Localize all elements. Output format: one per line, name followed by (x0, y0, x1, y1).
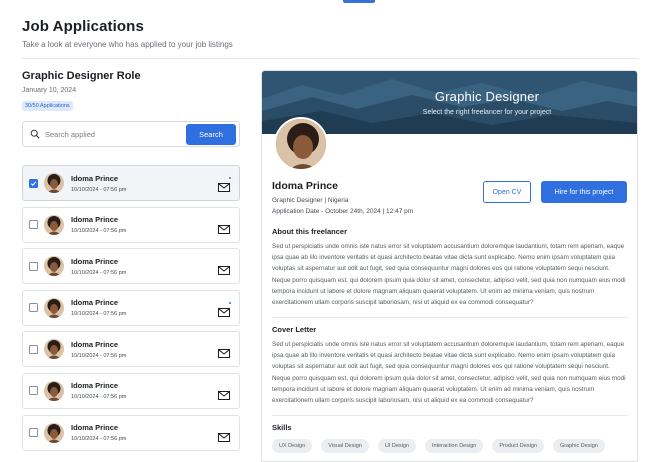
skill-chip: Product Design (492, 439, 544, 453)
applicant-card[interactable]: Idoma Prince 10/10/2024 - 07:56 pm (22, 289, 240, 326)
banner-subtitle: Select the right freelancer for your pro… (422, 109, 552, 116)
applicant-name: Idoma Prince (71, 381, 119, 391)
applicant-name: Idoma Prince (71, 339, 119, 349)
search-input[interactable] (45, 129, 185, 139)
role-title: Graphic Designer Role (22, 70, 141, 82)
mail-icon[interactable] (218, 387, 230, 400)
applicant-name: Idoma Prince (71, 173, 119, 183)
avatar (44, 380, 64, 401)
page-header: Job Applications Take a look at everyone… (22, 18, 638, 49)
skill-chip: Visual Design (321, 439, 369, 453)
cover-letter-heading: Cover Letter (272, 325, 317, 334)
applicant-date: 10/10/2024 - 07:56 pm (71, 228, 127, 235)
cover-letter-text: Sed ut perspiciatis unde omnis iste natu… (272, 341, 626, 405)
search-icon (25, 129, 45, 139)
applicant-list: Idoma Prince 10/10/2024 - 07:56 pm Idoma… (22, 165, 240, 456)
banner-title: Graphic Designer (434, 89, 540, 104)
about-text: Sed ut perspiciatis unde omnis iste natu… (272, 243, 626, 307)
select-checkbox[interactable] (29, 428, 38, 438)
mail-icon[interactable] (218, 179, 230, 192)
applicant-info: Idoma Prince 10/10/2024 - 07:56 pm (71, 340, 126, 359)
profile-name: Idoma Prince (272, 180, 338, 192)
hire-button[interactable]: Hire for this project (541, 181, 627, 203)
avatar (44, 214, 64, 235)
unread-indicator (228, 176, 232, 180)
mail-icon[interactable] (218, 221, 230, 234)
applicant-info: Idoma Prince 10/10/2024 - 07:56 pm (71, 257, 126, 276)
skills-heading: Skills (272, 423, 292, 432)
page-subtitle: Take a look at everyone who has applied … (22, 40, 233, 49)
applicant-detail-panel: Graphic Designer Select the right freela… (261, 70, 638, 462)
applicant-name: Idoma Prince (71, 298, 119, 308)
applicant-info: Idoma Prince 10/10/2024 - 07:56 pm (71, 423, 126, 442)
applicant-date: 10/10/2024 - 07:56 pm (71, 436, 127, 443)
profile-role-location: Graphic Designer | Nigeria (272, 197, 349, 204)
applicant-date: 10/10/2024 - 07:56 pm (71, 186, 127, 193)
skill-chip: Interaction Design (424, 439, 484, 453)
applicant-date: 10/10/2024 - 07:56 pm (71, 394, 127, 401)
avatar (44, 422, 64, 443)
applicant-info: Idoma Prince 10/10/2024 - 07:56 pm (71, 174, 126, 193)
applicant-date: 10/10/2024 - 07:56 pm (71, 352, 127, 359)
applications-count-badge: 30/50 Applications (22, 101, 73, 111)
mail-icon[interactable] (218, 429, 230, 442)
search-button[interactable]: Search (186, 124, 236, 145)
profile-avatar (274, 117, 328, 171)
mail-icon[interactable] (218, 345, 230, 359)
active-tab-indicator (343, 0, 375, 3)
about-heading: About this freelancer (272, 227, 348, 236)
skill-chip: UI Design (377, 439, 416, 453)
applicant-card[interactable]: Idoma Prince 10/10/2024 - 07:56 pm (22, 372, 240, 409)
applicant-card[interactable]: Idoma Prince 10/10/2024 - 07:56 pm (22, 165, 240, 201)
unread-indicator (228, 300, 232, 305)
select-checkbox[interactable] (29, 220, 38, 230)
applicant-info: Idoma Prince 10/10/2024 - 07:56 pm (71, 215, 126, 234)
avatar (44, 297, 64, 318)
select-checkbox[interactable] (29, 261, 38, 271)
select-checkbox[interactable] (29, 178, 38, 188)
select-checkbox[interactable] (29, 303, 38, 313)
applicant-date: 10/10/2024 - 07:56 pm (71, 311, 127, 318)
applicant-card[interactable]: Idoma Prince 10/10/2024 - 07:56 pm (22, 248, 240, 285)
applicant-name: Idoma Prince (71, 256, 119, 266)
avatar (44, 339, 64, 360)
avatar (44, 256, 64, 277)
mail-icon[interactable] (218, 262, 230, 276)
applicants-column: Graphic Designer Role January 10, 2024 3… (22, 70, 240, 451)
applicant-info: Idoma Prince 10/10/2024 - 07:56 pm (71, 298, 126, 317)
skills-list: UX Design Visual Design UI Design Interacti… (272, 439, 632, 461)
applicant-card[interactable]: Idoma Prince 10/10/2024 - 07:56 pm (22, 414, 240, 451)
select-checkbox[interactable] (29, 386, 38, 396)
open-cv-button[interactable]: Open CV (483, 181, 531, 203)
applicant-date: 10/10/2024 - 07:56 pm (71, 269, 127, 276)
avatar (44, 173, 64, 193)
section-divider (272, 317, 628, 318)
applicant-name: Idoma Prince (71, 423, 119, 433)
skill-chip: Graphic Design (552, 439, 605, 453)
role-date: January 10, 2024 (22, 87, 77, 94)
profile-application-date: Application Date - October 24th, 2024 | … (272, 208, 414, 215)
skill-chip: UX Design (272, 439, 313, 453)
mail-icon[interactable] (218, 304, 230, 317)
header-divider (22, 58, 638, 59)
applicant-name: Idoma Prince (71, 215, 119, 225)
applicant-info: Idoma Prince 10/10/2024 - 07:56 pm (71, 381, 126, 400)
section-divider (272, 415, 628, 416)
applicant-card[interactable]: Idoma Prince 10/10/2024 - 07:56 pm (22, 206, 240, 243)
page-title: Job Applications (22, 18, 144, 35)
applicant-card[interactable]: Idoma Prince 10/10/2024 - 07:56 pm (22, 331, 240, 368)
search-box: Search (22, 121, 240, 147)
select-checkbox[interactable] (29, 344, 38, 354)
